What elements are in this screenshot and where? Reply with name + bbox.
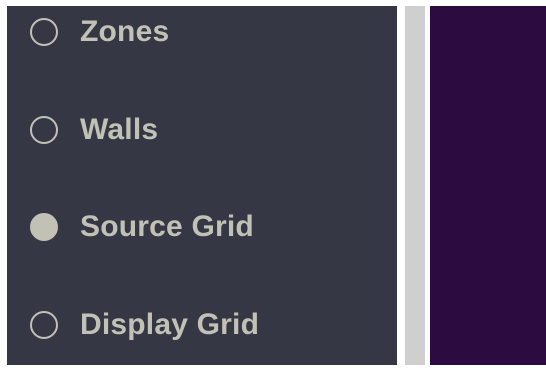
option-label: Display Grid bbox=[80, 308, 260, 341]
radio-unchecked-icon[interactable] bbox=[30, 311, 58, 339]
option-walls[interactable]: Walls bbox=[30, 112, 158, 148]
radio-checked-icon[interactable] bbox=[30, 213, 58, 241]
radio-unchecked-icon[interactable] bbox=[30, 18, 58, 46]
option-label: Source Grid bbox=[80, 210, 254, 243]
option-zones[interactable]: Zones bbox=[30, 14, 169, 50]
option-label: Zones bbox=[80, 15, 170, 48]
app-frame: Zones Walls Source Grid Display Grid bbox=[0, 0, 546, 370]
radio-unchecked-icon[interactable] bbox=[30, 116, 58, 144]
option-display-grid[interactable]: Display Grid bbox=[30, 307, 259, 343]
layer-options-panel: Zones Walls Source Grid Display Grid bbox=[7, 6, 397, 365]
panel-divider[interactable] bbox=[405, 6, 425, 365]
option-source-grid[interactable]: Source Grid bbox=[30, 209, 254, 245]
canvas-view[interactable] bbox=[430, 6, 546, 365]
option-label: Walls bbox=[80, 113, 159, 146]
